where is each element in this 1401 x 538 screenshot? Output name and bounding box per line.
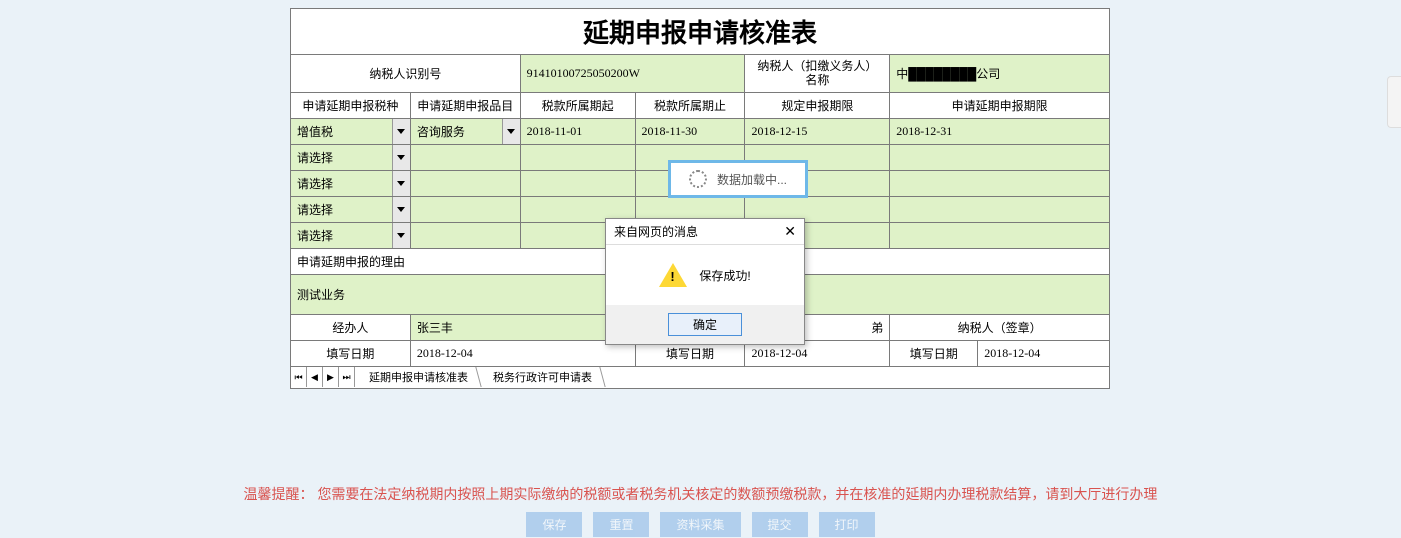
tab-license-form[interactable]: 税务行政许可申请表 — [480, 367, 605, 387]
chevron-down-icon[interactable] — [392, 223, 410, 248]
extended-deadline-cell[interactable] — [890, 222, 1110, 248]
fill-date-label-3: 填写日期 — [890, 341, 978, 366]
ok-button[interactable]: 确定 — [668, 313, 742, 336]
dialog-message: 保存成功! — [699, 267, 750, 284]
chevron-down-icon[interactable] — [392, 119, 410, 144]
data-row: 增值税 咨询服务 2018-11-01 2018-11-30 2018-12-1… — [291, 118, 1110, 144]
dialog-title: 来自网页的消息 — [614, 223, 698, 240]
operator-label: 经办人 — [291, 314, 411, 340]
print-button[interactable]: 打印 — [819, 512, 875, 537]
tax-item-cell[interactable] — [410, 144, 520, 170]
bottom-toolbar: 保存 重置 资料采集 提交 打印 — [0, 512, 1401, 537]
header-period-start: 税款所属期起 — [520, 92, 635, 118]
taxpayer-id-value: 91410100725050200W — [520, 55, 745, 93]
period-start-cell[interactable] — [520, 144, 635, 170]
reminder-label: 温馨提醒： — [244, 486, 314, 502]
taxpayer-name-value: 中████████公司 — [890, 55, 1110, 93]
nav-first-icon[interactable]: ⏮ — [291, 367, 307, 387]
tab-strip: ⏮ ◀ ▶ ⏭ 延期申报申请核准表 税务行政许可申请表 — [290, 367, 1110, 389]
nav-next-icon[interactable]: ▶ — [323, 367, 339, 387]
submit-button[interactable]: 提交 — [752, 512, 808, 537]
tax-item-cell[interactable] — [410, 222, 520, 248]
taxpayer-id-label: 纳税人识别号 — [291, 55, 521, 93]
chevron-down-icon[interactable] — [392, 171, 410, 196]
header-tax-type: 申请延期申报税种 — [291, 92, 411, 118]
tax-type-select[interactable]: 请选择 — [291, 144, 411, 170]
loading-indicator: 数据加载中... — [668, 160, 808, 198]
extended-deadline-cell[interactable] — [890, 144, 1110, 170]
header-deadline: 规定申报期限 — [745, 92, 890, 118]
taxpayer-name-label: 纳税人（扣缴义务人）名称 — [745, 55, 890, 93]
dialog-footer: 确定 — [606, 305, 804, 344]
reminder-text: 您需要在法定纳税期内按照上期实际缴纳的税额或者税务机关核定的数额预缴税款，并在核… — [317, 486, 1157, 502]
tax-item-cell[interactable] — [410, 170, 520, 196]
operator-value[interactable]: 张三丰 — [410, 314, 635, 340]
deadline-cell: 2018-12-15 — [745, 118, 890, 144]
dialog-header: 来自网页的消息 ✕ — [606, 219, 804, 245]
nav-prev-icon[interactable]: ◀ — [307, 367, 323, 387]
tax-item-select[interactable]: 咨询服务 — [410, 118, 520, 144]
form-title: 延期申报申请核准表 — [290, 8, 1110, 54]
tax-type-select[interactable]: 请选择 — [291, 196, 411, 222]
dialog-body: 保存成功! — [606, 245, 804, 305]
save-button[interactable]: 保存 — [526, 512, 582, 537]
period-start-cell[interactable]: 2018-11-01 — [520, 118, 635, 144]
fill-date-3-wrap: 填写日期 2018-12-04 — [890, 340, 1110, 366]
chevron-down-icon[interactable] — [392, 145, 410, 170]
period-end-cell[interactable]: 2018-11-30 — [635, 118, 745, 144]
reset-button[interactable]: 重置 — [593, 512, 649, 537]
tab-approval-form[interactable]: 延期申报申请核准表 — [356, 367, 481, 387]
fill-date-1: 2018-12-04 — [410, 340, 635, 366]
header-extended-deadline: 申请延期申报期限 — [890, 92, 1110, 118]
nav-last-icon[interactable]: ⏭ — [339, 367, 355, 387]
tax-type-select[interactable]: 请选择 — [291, 170, 411, 196]
taxpayer-sign-label: 纳税人（签章） — [890, 314, 1110, 340]
spinner-icon — [689, 170, 707, 188]
tax-item-cell[interactable] — [410, 196, 520, 222]
side-tab-handle[interactable] — [1387, 76, 1401, 128]
header-tax-item: 申请延期申报品目 — [410, 92, 520, 118]
loading-text: 数据加载中... — [717, 171, 787, 188]
period-start-cell[interactable] — [520, 170, 635, 196]
tax-type-select[interactable]: 请选择 — [291, 222, 411, 248]
tax-type-select[interactable]: 增值税 — [291, 118, 411, 144]
message-dialog: 来自网页的消息 ✕ 保存成功! 确定 — [605, 218, 805, 345]
collect-button[interactable]: 资料采集 — [660, 512, 740, 537]
fill-date-3: 2018-12-04 — [978, 341, 1109, 366]
chevron-down-icon[interactable] — [502, 119, 520, 144]
reminder: 温馨提醒： 您需要在法定纳税期内按照上期实际缴纳的税额或者税务机关核定的数额预缴… — [0, 484, 1401, 504]
close-icon[interactable]: ✕ — [784, 223, 796, 240]
extended-deadline-cell[interactable] — [890, 196, 1110, 222]
header-period-end: 税款所属期止 — [635, 92, 745, 118]
fill-date-label-1: 填写日期 — [291, 340, 411, 366]
extended-deadline-cell[interactable] — [890, 170, 1110, 196]
chevron-down-icon[interactable] — [392, 197, 410, 222]
warning-icon — [659, 263, 687, 287]
extended-deadline-cell[interactable]: 2018-12-31 — [890, 118, 1110, 144]
